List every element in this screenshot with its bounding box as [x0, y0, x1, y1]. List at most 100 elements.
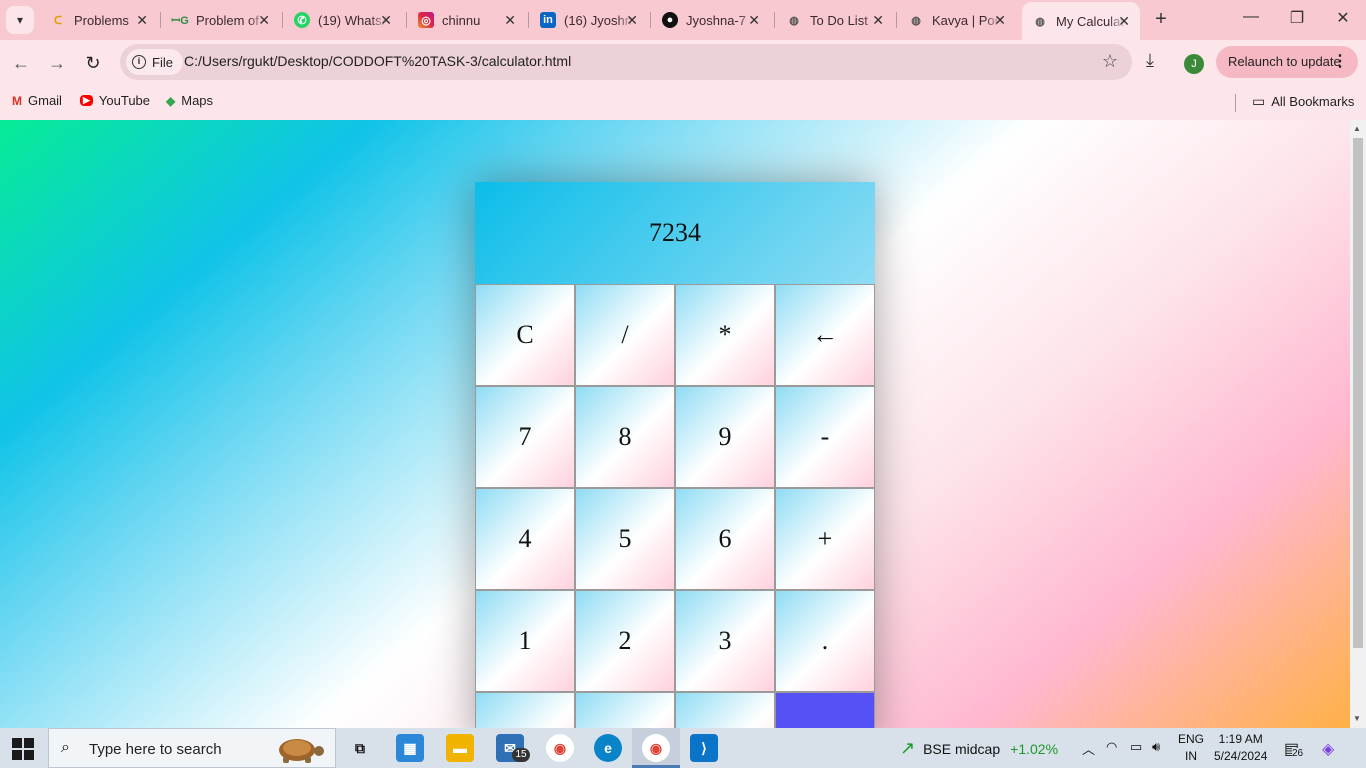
globe-icon: ◍ — [1035, 15, 1045, 28]
key-1[interactable]: 1 — [475, 590, 575, 692]
chrome-icon[interactable]: ◉ — [546, 734, 574, 762]
battery-icon[interactable]: ▭ — [1130, 739, 1142, 755]
close-icon[interactable]: ✕ — [1118, 13, 1130, 30]
forward-button[interactable]: → — [44, 50, 70, 76]
all-bookmarks-button[interactable]: ▭ All Bookmarks — [1252, 93, 1354, 110]
tab-instagram[interactable]: ◎ chinnu ✕ — [408, 6, 526, 34]
bookmark-gmail[interactable]: M Gmail — [12, 93, 62, 108]
browser-toolbar: ← → ↻ i File C:/Users/rgukt/Desktop/CODD… — [0, 40, 1366, 86]
key-6[interactable]: 6 — [675, 488, 775, 590]
language-indicator[interactable]: ENG IN — [1178, 731, 1204, 765]
close-icon[interactable]: ✕ — [626, 12, 638, 29]
tab-separator — [650, 12, 651, 28]
youtube-icon: ▶ — [80, 95, 93, 106]
store-icon[interactable]: ▦ — [396, 734, 424, 762]
minimize-button[interactable]: — — [1236, 8, 1266, 26]
github-icon: ● — [662, 12, 678, 28]
key-8[interactable]: 8 — [575, 386, 675, 488]
chrome-profile-icon[interactable]: ◉ — [642, 734, 670, 762]
task-view-icon[interactable]: ⧉ — [346, 734, 374, 762]
copilot-icon[interactable]: ◈ — [1322, 739, 1334, 759]
vscode-icon[interactable]: ⟩ — [690, 734, 718, 762]
key-row5-2[interactable] — [575, 692, 675, 728]
more-vert-icon[interactable]: ⋮ — [1332, 46, 1348, 78]
mail-badge: 15 — [512, 748, 530, 762]
tab-separator — [528, 12, 529, 28]
close-icon[interactable]: ✕ — [994, 12, 1006, 29]
clock[interactable]: 1:19 AM 5/24/2024 — [1214, 731, 1267, 765]
bookmark-maps[interactable]: ◆ Maps — [166, 93, 213, 108]
url-text[interactable]: C:/Users/rgukt/Desktop/CODDOFT%20TASK-3/… — [184, 53, 571, 69]
search-icon: ⌕ — [61, 739, 70, 756]
chart-up-icon: ↗ — [900, 738, 916, 758]
close-window-button[interactable]: ✕ — [1328, 8, 1358, 28]
new-tab-button[interactable]: + — [1150, 8, 1172, 30]
restore-button[interactable]: ❐ — [1282, 8, 1312, 28]
tab-whatsapp[interactable]: ✆ (19) WhatsApp ✕ — [284, 6, 402, 34]
stock-widget[interactable]: ↗ BSE midcap +1.02% — [900, 738, 1058, 759]
taskbar: ⌕ Type here to search ⧉ ▦ ▬ ✉ 15 ◉ e ◉ ⟩… — [0, 728, 1366, 768]
scrollbar-thumb[interactable] — [1353, 138, 1363, 648]
bookmarks-bar: M Gmail ▶ YouTube ◆ Maps ▭ All Bookmarks — [0, 86, 1366, 120]
close-icon[interactable]: ✕ — [504, 12, 516, 29]
key-multiply[interactable]: * — [675, 284, 775, 386]
tab-leetcode[interactable]: ᑕ Problems ✕ — [40, 6, 158, 34]
site-info-chip[interactable]: i File — [126, 49, 183, 75]
key-5[interactable]: 5 — [575, 488, 675, 590]
close-icon[interactable]: ✕ — [136, 12, 148, 29]
key-plus[interactable]: + — [775, 488, 875, 590]
windows-start-button[interactable] — [12, 738, 34, 760]
browser-chrome: ▾ ᑕ Problems ✕ ꟷG Problem of ✕ ✆ (19) Wh… — [0, 0, 1366, 120]
relaunch-button[interactable]: Relaunch to update ⋮ — [1216, 46, 1358, 78]
turtle-doodle-icon — [279, 739, 324, 763]
reload-button[interactable]: ↻ — [80, 50, 106, 76]
key-4[interactable]: 4 — [475, 488, 575, 590]
calculator: 7234 C / * ← 7 8 9 - 4 5 6 + 1 2 3 . — [475, 182, 875, 728]
scroll-up-icon[interactable]: ▲ — [1353, 124, 1361, 133]
back-button[interactable]: ← — [8, 50, 34, 76]
tab-todo[interactable]: ◍ To Do List ✕ — [776, 6, 894, 34]
tab-linkedin[interactable]: in (16) Jyoshna ✕ — [530, 6, 648, 34]
tab-geeksforgeeks[interactable]: ꟷG Problem of ✕ — [162, 6, 280, 34]
minimize-icon: — — [1243, 8, 1259, 25]
star-icon[interactable]: ☆ — [1102, 51, 1118, 72]
arrow-right-icon: → — [48, 53, 66, 73]
edge-icon[interactable]: e — [594, 734, 622, 762]
wifi-icon[interactable]: ◠ — [1106, 739, 1117, 755]
taskbar-search[interactable]: ⌕ Type here to search — [48, 728, 336, 768]
key-9[interactable]: 9 — [675, 386, 775, 488]
key-3[interactable]: 3 — [675, 590, 775, 692]
key-2[interactable]: 2 — [575, 590, 675, 692]
key-clear[interactable]: C — [475, 284, 575, 386]
scroll-down-icon[interactable]: ▼ — [1353, 714, 1361, 723]
avatar[interactable]: J — [1184, 54, 1204, 74]
key-7[interactable]: 7 — [475, 386, 575, 488]
file-explorer-icon[interactable]: ▬ — [446, 734, 474, 762]
close-icon[interactable]: ✕ — [748, 12, 760, 29]
reload-icon: ↻ — [85, 53, 101, 73]
key-backspace[interactable]: ← — [775, 284, 875, 386]
tab-search-button[interactable]: ▾ — [6, 6, 34, 34]
tab-calculator[interactable]: ◍ My Calculator ✕ — [1022, 2, 1140, 40]
tab-separator — [774, 12, 775, 28]
key-equals[interactable] — [775, 692, 875, 728]
key-decimal[interactable]: . — [775, 590, 875, 692]
tab-portfolio[interactable]: ◍ Kavya | Portfolio ✕ — [898, 6, 1016, 34]
close-icon[interactable]: ✕ — [380, 12, 392, 29]
key-row5-1[interactable] — [475, 692, 575, 728]
calculator-display: 7234 — [475, 182, 875, 284]
leetcode-icon: ᑕ — [53, 14, 63, 27]
close-icon[interactable]: ✕ — [872, 12, 884, 29]
key-minus[interactable]: - — [775, 386, 875, 488]
key-row5-3[interactable] — [675, 692, 775, 728]
volume-icon[interactable]: 🔊︎ — [1152, 739, 1160, 755]
address-bar[interactable]: i File C:/Users/rgukt/Desktop/CODDOFT%20… — [120, 44, 1132, 80]
key-divide[interactable]: / — [575, 284, 675, 386]
close-icon[interactable]: ✕ — [258, 12, 270, 29]
chevron-up-icon[interactable]: ︿ — [1082, 739, 1095, 758]
download-icon[interactable]: ⤓ — [1146, 50, 1154, 71]
page-scrollbar[interactable]: ▲ ▼ — [1350, 120, 1366, 728]
notification-count: 26 — [1292, 748, 1304, 759]
tab-github[interactable]: ● Jyoshna-7 ✕ — [652, 6, 770, 34]
bookmark-youtube[interactable]: ▶ YouTube — [80, 93, 150, 108]
